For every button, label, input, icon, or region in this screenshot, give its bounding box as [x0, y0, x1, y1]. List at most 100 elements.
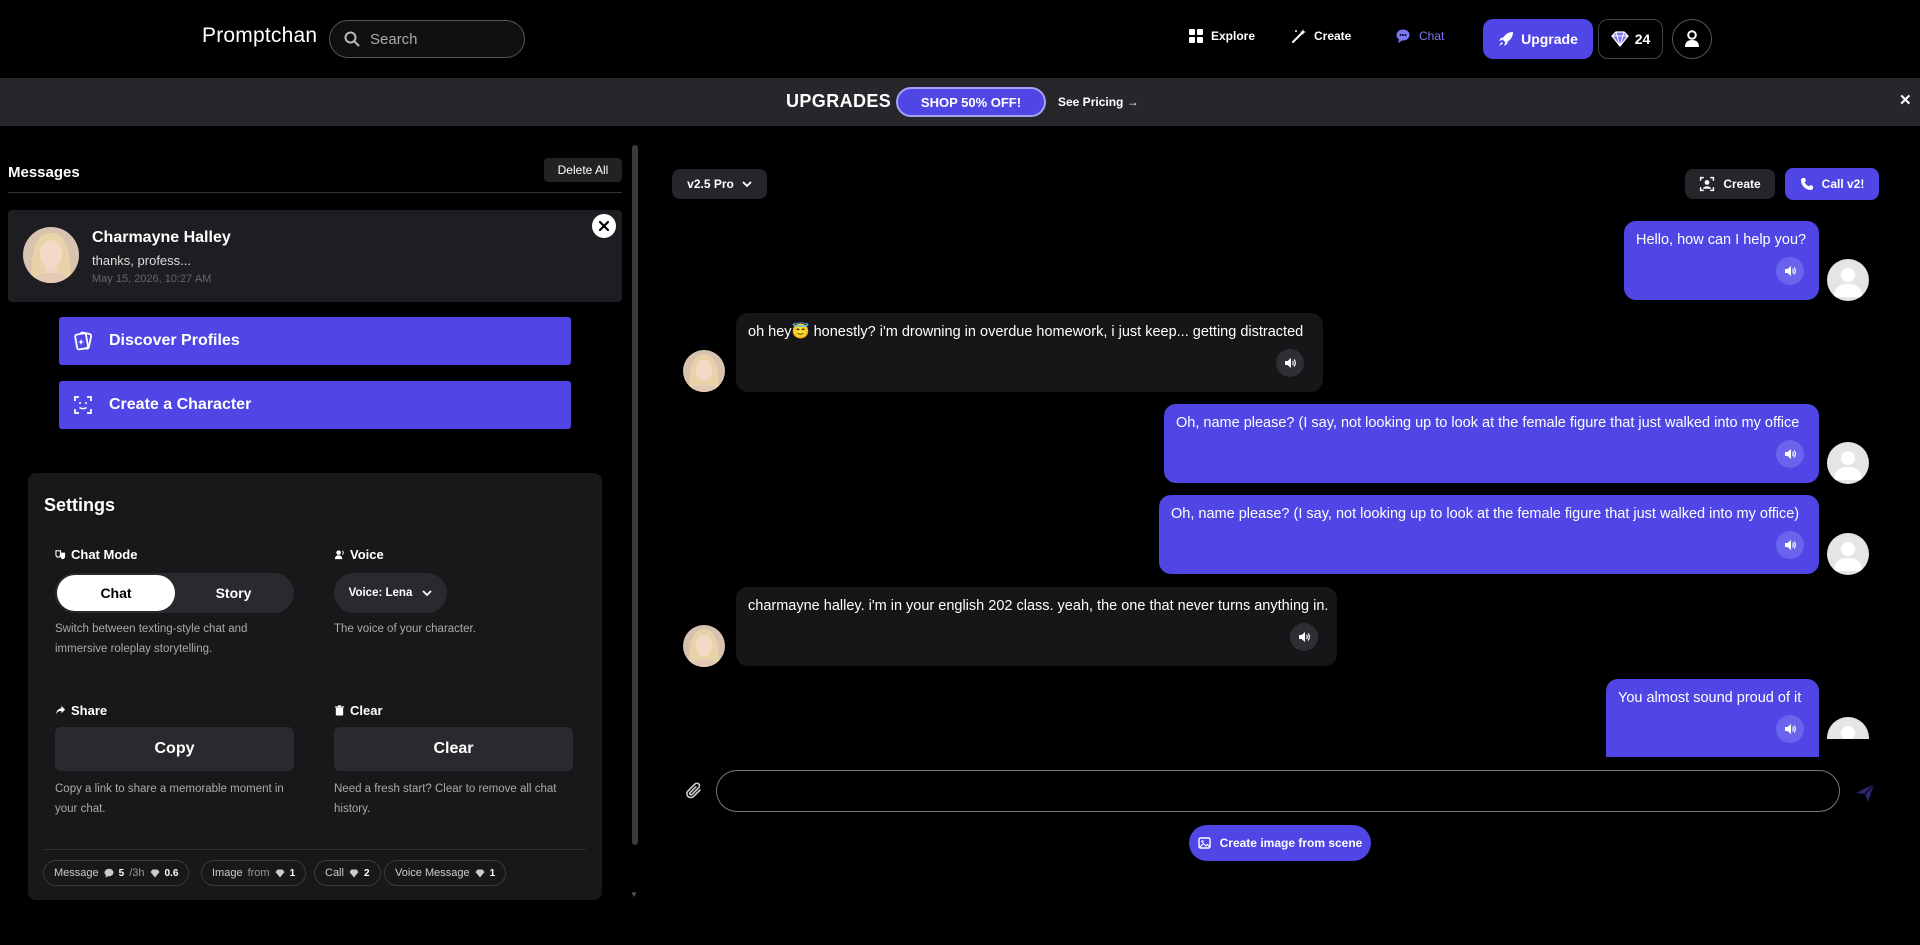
user-message: You almost sound proud of it: [1606, 679, 1819, 757]
conversation-item[interactable]: Charmayne Halley thanks, profess... May …: [8, 210, 622, 302]
speaker-icon: [1299, 632, 1310, 642]
user-avatar: [1827, 259, 1869, 301]
banner-title: UPGRADES: [786, 91, 892, 111]
message-composer: [640, 770, 1920, 820]
voice-label: Voice: [334, 547, 384, 562]
model-select-value: v2.5 Pro: [687, 177, 734, 191]
character-avatar: [683, 625, 725, 667]
chat-input[interactable]: [716, 770, 1840, 812]
play-audio-button[interactable]: [1776, 715, 1804, 743]
remove-conversation-button[interactable]: [592, 214, 616, 238]
model-select[interactable]: v2.5 Pro: [672, 169, 767, 199]
divider: [8, 192, 622, 193]
messages-title: Messages: [8, 164, 80, 181]
nav-explore-label: Explore: [1211, 29, 1256, 43]
user-avatar: [1827, 442, 1869, 484]
voice-select[interactable]: Voice: Lena: [334, 573, 447, 613]
message-text: You almost sound proud of it: [1618, 690, 1802, 706]
logo[interactable]: Promptchan: [202, 24, 317, 48]
call-button[interactable]: Call v2!: [1785, 168, 1879, 200]
create-image-from-scene-button[interactable]: Create image from scene: [1189, 825, 1371, 861]
voice-description: The voice of your character.: [334, 623, 476, 635]
nav-create[interactable]: Create: [1291, 28, 1351, 44]
see-pricing-link[interactable]: See Pricing →: [1058, 95, 1139, 109]
speaker-icon: [1785, 449, 1796, 459]
mode-chat-option[interactable]: Chat: [57, 575, 175, 611]
discover-profiles-button[interactable]: Discover Profiles: [59, 317, 571, 365]
trash-icon: [334, 705, 345, 716]
user-message: Hello, how can I help you?: [1624, 221, 1819, 300]
character-avatar: [683, 350, 725, 392]
user-icon: [1685, 30, 1699, 47]
chat-bubbles-icon: [1396, 29, 1410, 43]
chat-mode-toggle[interactable]: Chat Story: [55, 573, 294, 613]
nav-explore[interactable]: Explore: [1188, 28, 1255, 44]
delete-all-button[interactable]: Delete All: [544, 158, 622, 182]
create-character-label: Create a Character: [109, 396, 252, 413]
play-audio-button[interactable]: [1290, 623, 1318, 651]
conversation-name: Charmayne Halley: [92, 229, 231, 246]
user-message: Oh, name please? (I say, not looking up …: [1159, 495, 1819, 574]
nav-chat[interactable]: Chat: [1396, 28, 1444, 44]
message-text: oh hey😇 honestly? i'm drowning in overdu…: [748, 324, 1304, 340]
chevron-down-icon: [422, 590, 432, 597]
image-add-icon: [1197, 837, 1211, 849]
diamond-icon: [1611, 31, 1629, 47]
search-input[interactable]: [370, 30, 510, 48]
share-label: Share: [55, 703, 107, 718]
divider: [44, 849, 586, 850]
shop-sale-button[interactable]: SHOP 50% OFF!: [896, 87, 1046, 117]
copy-link-button[interactable]: Copy: [55, 727, 294, 771]
speaker-icon: [1785, 724, 1796, 734]
face-scan-icon: [74, 396, 92, 414]
close-icon: [599, 221, 609, 231]
speaker-icon: [1785, 266, 1796, 276]
message-cost-chip: Message 5 /3h 0.6: [43, 860, 190, 886]
create-character-button[interactable]: Create a Character: [59, 381, 571, 429]
clear-description: Need a fresh start? Clear to remove all …: [334, 783, 557, 815]
paperclip-icon[interactable]: [685, 782, 705, 802]
play-audio-button[interactable]: [1776, 531, 1804, 559]
user-avatar: [1827, 533, 1869, 575]
sidebar-scrollbar-thumb[interactable]: [632, 145, 638, 845]
upgrade-button[interactable]: Upgrade: [1483, 19, 1593, 59]
diamond-icon: [349, 869, 359, 877]
speaking-head-icon: [334, 550, 344, 560]
upgrade-banner: UPGRADES SHOP 50% OFF! See Pricing → ✕: [0, 78, 1920, 126]
call-button-label: Call v2!: [1821, 177, 1865, 191]
chat-mode-description: Switch between texting-style chat and im…: [55, 623, 248, 655]
image-cost-chip: Image from 1: [201, 860, 307, 886]
conversation-last-message: thanks, profess...: [92, 253, 191, 268]
voice-select-value: Voice: Lena: [348, 587, 413, 599]
play-audio-button[interactable]: [1776, 257, 1804, 285]
phone-icon: [1800, 178, 1813, 190]
user-menu-button[interactable]: [1672, 19, 1712, 59]
gems-balance-button[interactable]: 24: [1598, 19, 1663, 59]
message-text: Hello, how can I help you?: [1636, 232, 1807, 248]
settings-panel: Settings Chat Mode Chat Story Switch bet…: [28, 473, 602, 900]
rocket-icon: [1499, 32, 1514, 46]
settings-title: Settings: [44, 495, 116, 515]
play-audio-button[interactable]: [1276, 349, 1304, 377]
send-icon[interactable]: [1854, 782, 1876, 804]
message-text: Oh, name please? (I say, not looking up …: [1171, 506, 1800, 522]
search-icon: [344, 31, 360, 47]
chevron-down-icon: [742, 181, 752, 188]
magic-wand-icon: [1292, 29, 1306, 43]
top-bar: Promptchan Explore Create Chat Upgrade 2…: [0, 0, 1920, 78]
banner-close-button[interactable]: ✕: [1899, 91, 1912, 109]
clear-history-button[interactable]: Clear: [334, 727, 573, 771]
avatar: [23, 227, 79, 283]
mode-story-option[interactable]: Story: [175, 575, 292, 611]
message-text: Oh, name please? (I say, not looking up …: [1176, 415, 1800, 431]
masks-icon: [55, 550, 66, 560]
user-avatar: [1827, 717, 1869, 739]
scroll-down-arrow[interactable]: ▼: [630, 890, 638, 899]
nav-chat-label: Chat: [1419, 29, 1445, 43]
play-audio-button[interactable]: [1776, 440, 1804, 468]
speaker-icon: [1785, 540, 1796, 550]
gems-count: 24: [1634, 31, 1651, 47]
search-box[interactable]: [329, 20, 525, 58]
create-button[interactable]: Create: [1685, 169, 1775, 199]
chat-bubble-icon: [104, 868, 114, 878]
